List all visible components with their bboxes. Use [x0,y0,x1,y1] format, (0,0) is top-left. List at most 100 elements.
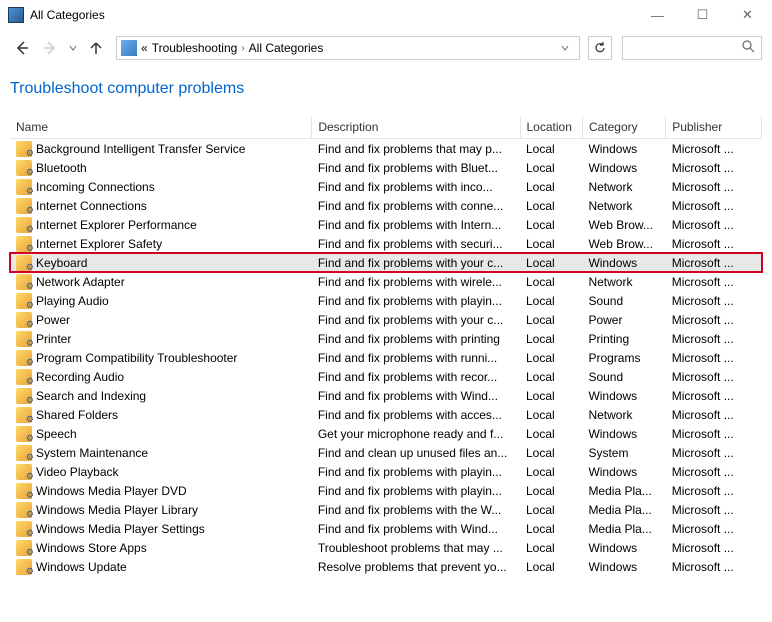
cell-publisher: Microsoft ... [666,348,762,367]
cell-name: System Maintenance [10,443,300,462]
minimize-button[interactable]: — [635,0,680,30]
cell-publisher: Microsoft ... [666,253,762,272]
cell-description: Find and fix problems with Wind... [312,386,520,405]
cell-description: Find and fix problems with Bluet... [312,158,520,177]
cell-category: Windows [582,462,665,481]
table-row[interactable]: Bluetooth Find and fix problems with Blue… [10,158,762,177]
row-name-label: Internet Explorer Safety [36,237,162,251]
cell-category: Network [582,272,665,291]
cell-publisher: Microsoft ... [666,462,762,481]
table-row[interactable]: Internet ConnectionsFind and fix problem… [10,196,762,215]
table-row[interactable]: Windows UpdateResolve problems that prev… [10,557,762,576]
table-row[interactable]: Search and Indexing Find and fix problems… [10,386,762,405]
troubleshooter-icon [16,255,32,271]
row-name-label: Windows Media Player Settings [36,522,205,536]
cell-description: Find and clean up unused files an... [312,443,520,462]
cell-description: Find and fix problems with Wind... [312,519,520,538]
cell-name: Playing Audio [10,291,300,310]
cell-description: Find and fix problems with securi... [312,234,520,253]
table-row[interactable]: Windows Store AppsTroubleshoot problems … [10,538,762,557]
cell-category: Programs [582,348,665,367]
table-row[interactable]: Windows Media Player DVDFind and fix pro… [10,481,762,500]
troubleshooter-icon [16,312,32,328]
table-row[interactable]: Windows Media Player LibraryFind and fix… [10,500,762,519]
table-row[interactable]: Network AdapterFind and fix problems wit… [10,272,762,291]
table-row[interactable]: Video Playback Find and fix problems with… [10,462,762,481]
window-controls: — ☐ ✕ [635,0,770,30]
up-button[interactable] [84,36,108,60]
table-row[interactable]: Background Intelligent Transfer ServiceF… [10,139,762,159]
table-row[interactable]: Internet Explorer PerformanceFind and fi… [10,215,762,234]
table-row[interactable]: Windows Media Player Settings Find and fi… [10,519,762,538]
cell-name: Speech [10,424,300,443]
table-row[interactable]: KeyboardFind and fix problems with your … [10,253,762,272]
table-row[interactable]: Recording AudioFind and fix problems wit… [10,367,762,386]
row-name-label: Video Playback [36,465,119,479]
table-row[interactable]: SpeechGet your microphone ready and f...… [10,424,762,443]
cell-location: Local [520,139,582,159]
cell-name: Video Playback [10,462,300,481]
table-row[interactable]: Internet Explorer Safety Find and fix pro… [10,234,762,253]
close-button[interactable]: ✕ [725,0,770,30]
cell-category: Media Pla... [582,519,665,538]
row-name-label: Bluetooth [36,161,87,175]
arrow-right-icon [42,40,58,56]
cell-location: Local [520,348,582,367]
address-dropdown[interactable] [555,41,575,55]
cell-category: Media Pla... [582,481,665,500]
breadcrumb-item[interactable]: All Categories [249,41,324,55]
cell-publisher: Microsoft ... [666,538,762,557]
refresh-button[interactable] [588,36,612,60]
cell-publisher: Microsoft ... [666,481,762,500]
row-name-label: Incoming Connections [36,180,155,194]
back-button[interactable] [10,36,34,60]
maximize-button[interactable]: ☐ [680,0,725,30]
column-header-location[interactable]: Location [520,116,582,139]
cell-location: Local [520,367,582,386]
table-row[interactable]: Playing AudioFind and fix problems with … [10,291,762,310]
cell-publisher: Microsoft ... [666,500,762,519]
forward-button[interactable] [38,36,62,60]
cell-category: Web Brow... [582,234,665,253]
address-bar[interactable]: « Troubleshooting › All Categories [116,36,580,60]
column-header-description[interactable]: Description [312,116,520,139]
history-dropdown[interactable] [66,36,80,60]
cell-publisher: Microsoft ... [666,367,762,386]
cell-location: Local [520,557,582,576]
cell-name: Internet Connections [10,196,300,215]
cell-publisher: Microsoft ... [666,557,762,576]
row-name-label: Windows Update [36,560,127,574]
troubleshooter-icon [16,350,32,366]
cell-publisher: Microsoft ... [666,329,762,348]
table-row[interactable]: PowerFind and fix problems with your c..… [10,310,762,329]
column-header-category[interactable]: Category [582,116,665,139]
breadcrumb-root[interactable]: « [141,41,148,55]
troubleshooter-icon [16,388,32,404]
cell-name: Search and Indexing [10,386,300,405]
table-row[interactable]: System Maintenance Find and clean up unus… [10,443,762,462]
table-row[interactable]: Program Compatibility TroubleshooterFind… [10,348,762,367]
cell-name: Windows Media Player Settings [10,519,300,538]
row-name-label: Speech [36,427,77,441]
cell-location: Local [520,405,582,424]
cell-name: Program Compatibility Troubleshooter [10,348,300,367]
cell-category: Windows [582,139,665,159]
refresh-icon [593,41,607,55]
troubleshooter-icon [16,521,32,537]
column-header-publisher[interactable]: Publisher [666,116,762,139]
cell-name: Power [10,310,300,329]
titlebar: All Categories — ☐ ✕ [0,0,772,30]
cell-description: Find and fix problems with playin... [312,462,520,481]
cell-category: Windows [582,557,665,576]
troubleshooter-icon [16,369,32,385]
table-row[interactable]: PrinterFind and fix problems with printi… [10,329,762,348]
cell-name: Internet Explorer Performance [10,215,300,234]
cell-category: Windows [582,538,665,557]
column-header-name[interactable]: Name [10,116,312,139]
table-row[interactable]: Shared FoldersFind and fix problems with… [10,405,762,424]
breadcrumb-item[interactable]: Troubleshooting [152,41,238,55]
cell-publisher: Microsoft ... [666,177,762,196]
search-input[interactable] [622,36,762,60]
table-row[interactable]: Incoming ConnectionsFind and fix problem… [10,177,762,196]
cell-description: Find and fix problems with your c... [312,253,520,272]
